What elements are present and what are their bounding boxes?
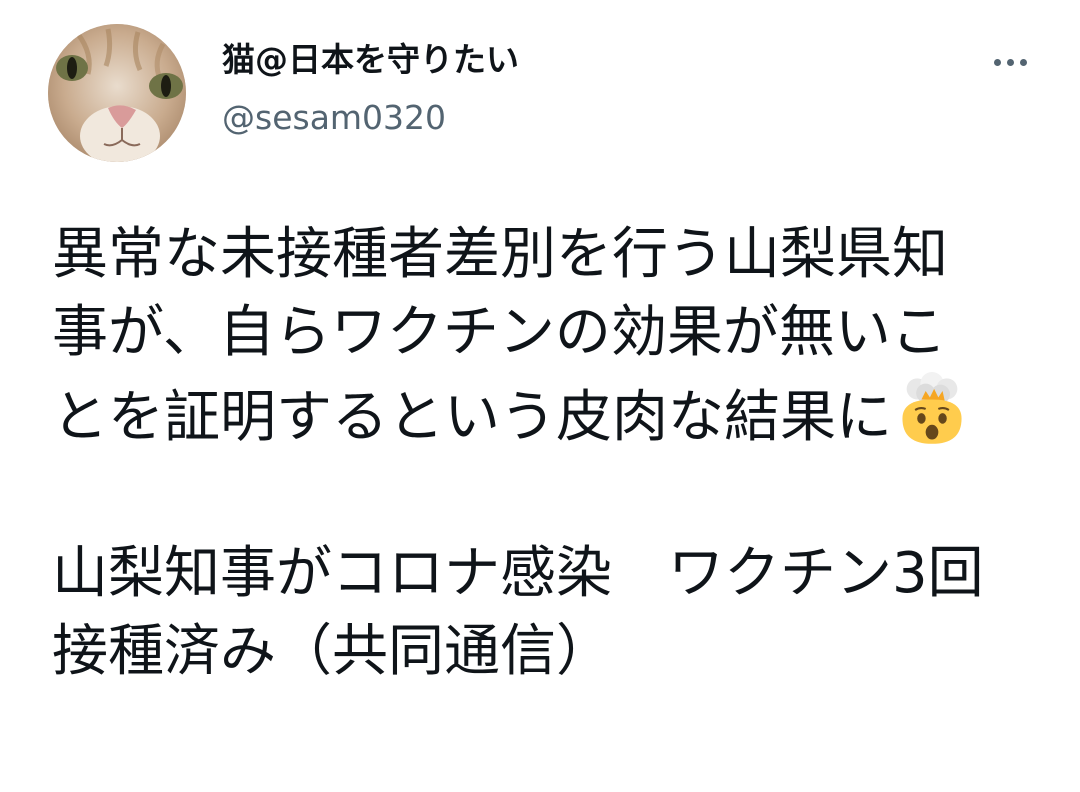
user-handle[interactable]: @sesam0320 [222,94,446,142]
tweet-paragraph-1: 異常な未接種者差別を行う山梨県知事が、自らワクチンの効果が無いことを証明するとい… [52,216,992,457]
avatar[interactable] [48,24,186,162]
tweet-paragraph-1-text: 異常な未接種者差別を行う山梨県知事が、自らワクチンの効果が無いことを証明するとい… [52,222,948,450]
cat-face-icon [48,24,186,162]
tweet-paragraph-2: 山梨知事がコロナ感染 ワクチン3回接種済み（共同通信） [52,541,984,684]
display-name[interactable]: 猫@日本を守りたい [222,36,519,84]
tweet-text: 異常な未接種者差別を行う山梨県知事が、自らワクチンの効果が無いことを証明するとい… [52,216,992,691]
exploding-head-emoji-icon [902,372,962,444]
tweet[interactable]: 猫@日本を守りたい @sesam0320 異常な未接種者差別を行う山梨県知事が、… [0,0,1080,792]
more-options-button[interactable] [982,40,1038,84]
more-horizontal-icon [991,58,1030,66]
